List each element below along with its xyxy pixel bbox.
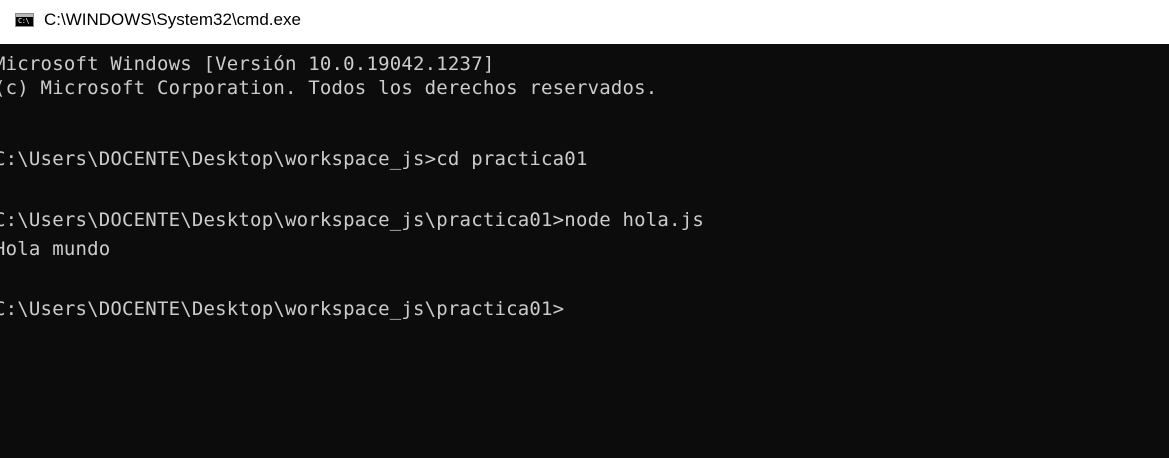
cmd-console-icon[interactable]: C:\	[15, 13, 34, 27]
console-line: Microsoft Windows [Versión 10.0.19042.12…	[0, 53, 495, 75]
console-line: C:\Users\DOCENTE\Desktop\workspace_js>cd…	[0, 148, 588, 170]
title-bar[interactable]: C:\ C:\WINDOWS\System32\cmd.exe	[0, 0, 1169, 44]
console-output[interactable]: Microsoft Windows [Versión 10.0.19042.12…	[0, 44, 1169, 458]
console-line: (c) Microsoft Corporation. Todos los der…	[0, 77, 658, 99]
console-prompt-line[interactable]: C:\Users\DOCENTE\Desktop\workspace_js\pr…	[0, 297, 564, 321]
cmd-window: C:\ C:\WINDOWS\System32\cmd.exe Microsof…	[0, 0, 1169, 458]
console-line: C:\Users\DOCENTE\Desktop\workspace_js\pr…	[0, 209, 704, 231]
icon-label: C:\	[18, 17, 30, 25]
window-title: C:\WINDOWS\System32\cmd.exe	[44, 10, 301, 29]
console-line: Hola mundo	[0, 238, 111, 260]
